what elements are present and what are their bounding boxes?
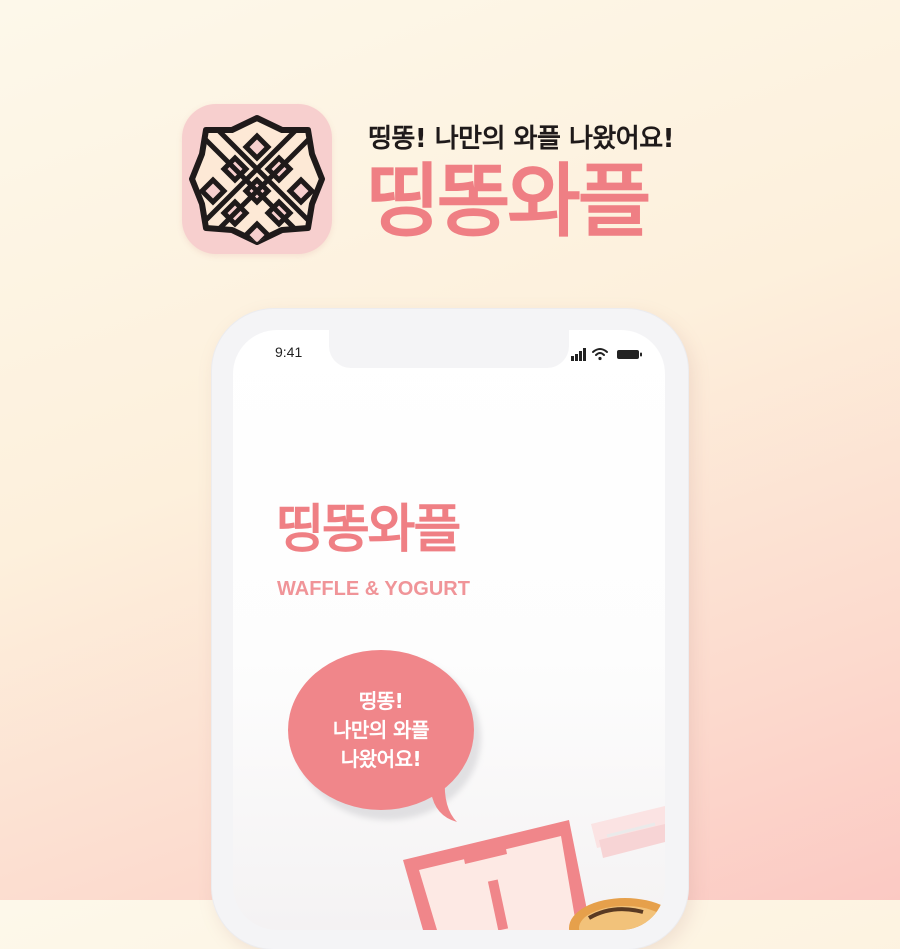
speech-bubble: 띵똥! 나만의 와플 나왔어요! bbox=[288, 650, 474, 810]
app-icon bbox=[182, 104, 332, 254]
phone-notch bbox=[329, 330, 569, 368]
brand-title: 띵똥와플 bbox=[366, 155, 651, 248]
wifi-icon bbox=[592, 348, 608, 361]
screen-subtitle: WAFFLE & YOGURT bbox=[277, 578, 470, 600]
battery-icon bbox=[617, 350, 642, 359]
phone-screen: 9:41 띵똥와플 WAFFLE & YOGURT 띵똥! 나만의 와플 나왔어… bbox=[233, 330, 665, 930]
status-time: 9:41 bbox=[275, 344, 303, 360]
bubble-line-3: 나왔어요! bbox=[340, 746, 422, 771]
kiosk-illustration bbox=[403, 806, 665, 930]
status-icons bbox=[571, 348, 642, 361]
receipt-illustration bbox=[591, 806, 665, 858]
screen-title: 띵똥와플 bbox=[276, 500, 461, 560]
waffle-icon bbox=[189, 115, 325, 245]
bubble-line-2: 나만의 와플 bbox=[333, 717, 429, 742]
tagline: 띵똥! 나만의 와플 나왔어요! bbox=[368, 124, 675, 154]
signal-icon bbox=[571, 348, 586, 361]
bubble-line-1: 띵똥! bbox=[358, 688, 404, 713]
tablet-illustration bbox=[403, 820, 591, 930]
